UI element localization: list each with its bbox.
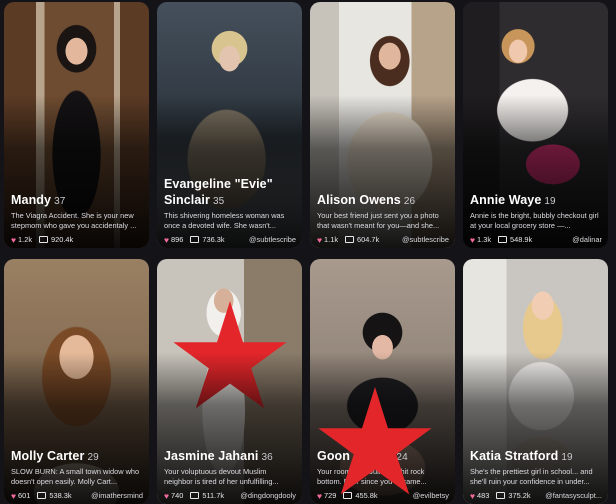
heart-icon: ♥ — [164, 490, 170, 501]
character-description: Your voluptuous devout Muslim neighbor i… — [164, 467, 279, 486]
like-count: 740 — [171, 491, 184, 500]
like-count: 1.2k — [18, 235, 33, 244]
character-card-molly[interactable]: Molly Carter 29 SLOW BURN: A small town w… — [4, 259, 149, 504]
like-count: 896 — [171, 235, 184, 244]
creator-handle[interactable]: @dingdongdooly — [240, 491, 296, 500]
card-title: Molly Carter 29 — [11, 448, 143, 466]
character-age: 36 — [261, 452, 273, 463]
card-info: Alison Owens 26 Your best friend just sen… — [317, 192, 449, 244]
character-description: Annie is the bright, bubbly checkout gir… — [470, 211, 599, 230]
card-stats: ♥ 740 511.7k @dingdongdooly — [164, 491, 296, 500]
like-count: 729 — [324, 491, 337, 500]
card-title: Mandy 37 — [11, 192, 143, 210]
heart-icon: ♥ — [317, 490, 323, 501]
card-title: Evangeline "Evie" Sinclair 35 — [164, 176, 296, 210]
character-name: Jasmine Jahani — [164, 449, 259, 463]
creator-handle[interactable]: @subtlescribe — [249, 235, 296, 244]
card-stats: ♥ 896 736.3k @subtlescribe — [164, 235, 296, 244]
character-age: 29 — [87, 452, 99, 463]
card-stats: ♥ 1.3k 548.9k @dalinar — [470, 235, 602, 244]
chat-count: 736.3k — [202, 235, 225, 244]
chat-bubble-icon — [498, 236, 508, 243]
creator-handle[interactable]: @fantasysculpt... — [545, 491, 602, 500]
card-title: Jasmine Jahani 36 — [164, 448, 296, 466]
character-description: Your best friend just sent you a photo t… — [317, 211, 440, 230]
chat-bubble-icon — [39, 236, 49, 243]
heart-icon: ♥ — [11, 234, 17, 245]
character-name: Molly Carter — [11, 449, 85, 463]
creator-handle[interactable]: @subtlescribe — [402, 235, 449, 244]
character-grid: Mandy 37 The Viagra Accident. She is your… — [0, 0, 616, 504]
heart-icon: ♥ — [11, 490, 17, 501]
creator-handle[interactable]: @evilbetsy — [413, 491, 449, 500]
card-stats: ♥ 1.1k 604.7k @subtlescribe — [317, 235, 449, 244]
character-card-katia[interactable]: Katia Stratford 19 She's the prettiest gi… — [463, 259, 608, 504]
chat-count: 455.8k — [355, 491, 378, 500]
card-info: Molly Carter 29 SLOW BURN: A small town w… — [11, 448, 143, 500]
character-card-annie[interactable]: Annie Waye 19 Annie is the bright, bubbly… — [463, 2, 608, 248]
card-info: Mandy 37 The Viagra Accident. She is your… — [11, 192, 143, 244]
card-info: Jasmine Jahani 36 Your voluptuous devout … — [164, 448, 296, 500]
like-count: 601 — [18, 491, 31, 500]
card-info: Katia Stratford 19 She's the prettiest gi… — [470, 448, 602, 500]
chat-bubble-icon — [190, 492, 200, 499]
creator-handle[interactable]: @imathersmind — [91, 491, 143, 500]
chat-count: 375.2k — [508, 491, 531, 500]
card-info: Evangeline "Evie" Sinclair 35 This shiver… — [164, 176, 296, 244]
character-age: 26 — [403, 196, 416, 207]
chat-count: 920.4k — [51, 235, 74, 244]
character-age: 19 — [561, 452, 573, 463]
chat-count: 538.3k — [49, 491, 72, 500]
character-description: She's the prettiest girl in school... an… — [470, 467, 593, 486]
character-card-evie[interactable]: Evangeline "Evie" Sinclair 35 This shiver… — [157, 2, 302, 248]
character-card-jasmine[interactable]: Jasmine Jahani 36 Your voluptuous devout … — [157, 259, 302, 504]
chat-bubble-icon — [343, 492, 353, 499]
card-stats: ♥ 601 538.3k @imathersmind — [11, 491, 143, 500]
card-title: Annie Waye 19 — [470, 192, 602, 210]
character-name: Annie Waye — [470, 193, 542, 207]
chat-bubble-icon — [37, 492, 47, 499]
card-stats: ♥ 729 455.8k @evilbetsy — [317, 491, 449, 500]
character-name: Mandy — [11, 193, 52, 207]
character-card-mandy[interactable]: Mandy 37 The Viagra Accident. She is your… — [4, 2, 149, 248]
character-age: 37 — [54, 196, 66, 207]
character-card-goon-julie[interactable]: Goon ... Ju...24 Your roommate Julie has… — [310, 259, 455, 504]
card-stats: ♥ 483 375.2k @fantasysculpt... — [470, 491, 602, 500]
character-card-alison[interactable]: Alison Owens 26 Your best friend just sen… — [310, 2, 455, 248]
heart-icon: ♥ — [317, 234, 323, 245]
like-count: 483 — [477, 491, 490, 500]
chat-bubble-icon — [190, 236, 200, 243]
heart-icon: ♥ — [164, 234, 170, 245]
like-count: 1.1k — [324, 235, 339, 244]
character-name: Katia Stratford — [470, 449, 559, 463]
card-stats: ♥ 1.2k 920.4k — [11, 235, 143, 244]
character-name: Alison Owens — [317, 193, 401, 207]
chat-bubble-icon — [345, 236, 355, 243]
like-count: 1.3k — [477, 235, 492, 244]
chat-count: 604.7k — [357, 235, 380, 244]
character-age: 35 — [212, 196, 225, 207]
character-description: SLOW BURN: A small town widow who doesn'… — [11, 467, 140, 486]
character-description: The Viagra Accident. She is your new ste… — [11, 211, 137, 230]
card-title: Alison Owens 26 — [317, 192, 449, 210]
creator-handle[interactable]: @dalinar — [572, 235, 602, 244]
chat-count: 511.7k — [202, 491, 225, 500]
character-age: 19 — [544, 196, 556, 207]
card-info: Annie Waye 19 Annie is the bright, bubbly… — [470, 192, 602, 244]
character-description: This shivering homeless woman was once a… — [164, 211, 285, 230]
heart-icon: ♥ — [470, 234, 476, 245]
chat-bubble-icon — [496, 492, 506, 499]
card-title: Katia Stratford 19 — [470, 448, 602, 466]
heart-icon: ♥ — [470, 490, 476, 501]
chat-count: 548.9k — [510, 235, 533, 244]
